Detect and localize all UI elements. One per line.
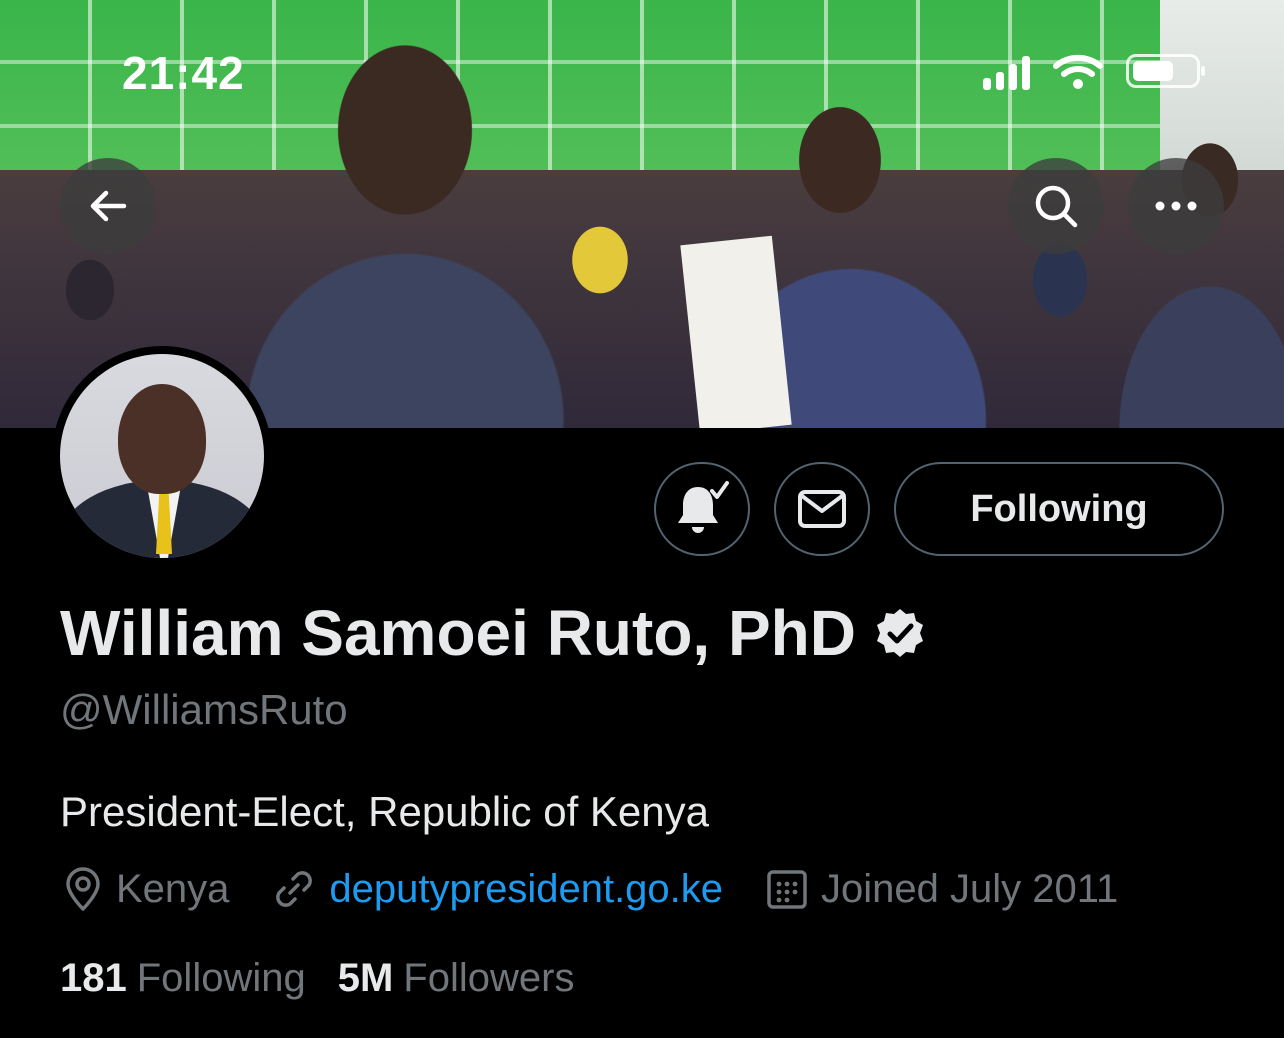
- following-button[interactable]: Following: [894, 462, 1224, 556]
- search-icon: [1035, 185, 1078, 228]
- mail-icon: [798, 490, 846, 528]
- joined-item: Joined July 2011: [765, 867, 1118, 912]
- wifi-icon: [1053, 54, 1103, 89]
- banner-person-left: [205, 40, 625, 428]
- avatar-photo: [60, 354, 264, 558]
- back-button[interactable]: [60, 158, 156, 254]
- more-horizontal-icon: [1155, 201, 1197, 211]
- followers-label: Followers: [403, 956, 575, 1000]
- profile-stats-row: 181 Following 5M Followers: [60, 956, 606, 1001]
- profile-name-row: William Samoei Ruto, PhD: [60, 596, 926, 670]
- search-button[interactable]: [1008, 158, 1104, 254]
- profile-meta-row: Kenya deputypresident.go.ke Joined July …: [62, 866, 1160, 912]
- battery-icon: [1126, 54, 1205, 88]
- followers-stat[interactable]: 5M Followers: [338, 956, 575, 1001]
- verified-badge-icon[interactable]: [874, 607, 926, 659]
- bell-check-icon: [678, 481, 729, 533]
- following-count: 181: [60, 956, 127, 1000]
- profile-handle: @WilliamsRuto: [60, 686, 348, 733]
- profile-avatar[interactable]: [52, 346, 272, 566]
- location-pin-icon: [66, 867, 100, 911]
- status-bar-icons: [983, 52, 1205, 90]
- link-icon: [276, 871, 313, 907]
- followers-count: 5M: [337, 956, 394, 1000]
- display-name: William Samoei Ruto, PhD: [60, 597, 856, 669]
- location-item: Kenya: [62, 866, 229, 912]
- more-button[interactable]: [1128, 158, 1224, 254]
- website-link[interactable]: deputypresident.go.ke: [329, 867, 723, 912]
- joined-text: Joined July 2011: [821, 866, 1119, 911]
- calendar-icon: [767, 870, 807, 909]
- following-label: Following: [136, 956, 306, 1000]
- status-bar-time: 21:42: [122, 47, 245, 99]
- location-text: Kenya: [116, 866, 230, 911]
- following-stat[interactable]: 181 Following: [60, 956, 306, 1001]
- cellular-signal-icon: [983, 52, 1030, 90]
- notifications-button[interactable]: [654, 462, 750, 556]
- profile-bio: President-Elect, Republic of Kenya: [60, 788, 710, 835]
- message-button[interactable]: [774, 462, 870, 556]
- arrow-left-icon: [90, 190, 127, 222]
- website-item[interactable]: deputypresident.go.ke: [271, 866, 723, 912]
